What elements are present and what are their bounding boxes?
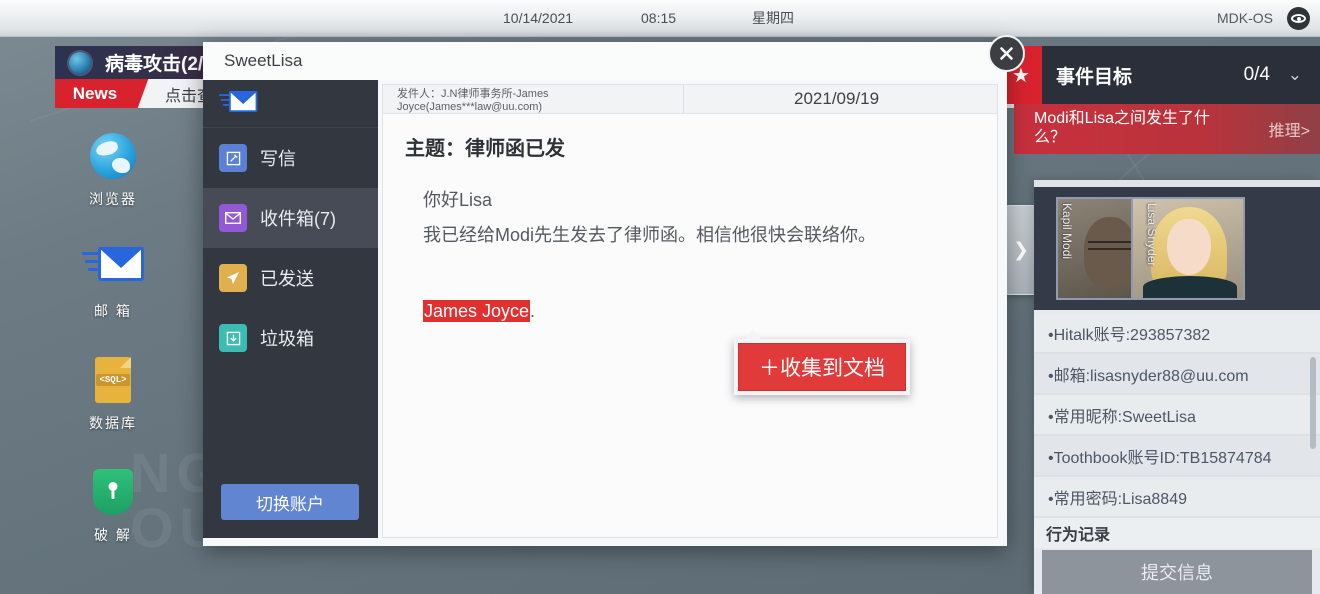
quest-objective-row[interactable]: Modi和Lisa之间发生了什么？ 推理> bbox=[1014, 104, 1320, 154]
topbar-weekday: 星期四 bbox=[752, 8, 794, 28]
desktop-icon-label: 数据库 bbox=[68, 413, 158, 433]
character-name: Lisa Snyder bbox=[1145, 203, 1159, 266]
sent-icon bbox=[219, 264, 247, 292]
selected-text[interactable]: James Joyce bbox=[423, 300, 530, 322]
profile-info-list: •Hitalk账号:293857382 •邮箱:lisasnyder88@uu.… bbox=[1034, 310, 1320, 518]
mail-body-line: 我已经给Modi先生发去了律师函。相信他很快会联络你。 bbox=[423, 218, 997, 253]
collect-to-document-button[interactable]: ＋收集到文档 bbox=[738, 343, 906, 391]
sidebar-item-label: 收件箱(7) bbox=[260, 205, 336, 231]
panel-collapse-tab[interactable]: ❯ bbox=[1005, 205, 1037, 295]
collect-to-document-popup[interactable]: ＋收集到文档 bbox=[734, 339, 910, 395]
mail-sidebar: 写信 收件箱(7) 已发送 bbox=[203, 80, 378, 538]
chevron-down-icon[interactable]: ⌄ bbox=[1288, 65, 1302, 85]
deduce-link[interactable]: 推理> bbox=[1269, 117, 1310, 141]
sidebar-item-trash[interactable]: 垃圾箱 bbox=[203, 308, 378, 368]
sidebar-item-label: 写信 bbox=[260, 145, 296, 171]
mail-logo-icon bbox=[203, 80, 378, 128]
list-item[interactable]: •常用密码:Lisa8849 bbox=[1034, 477, 1320, 518]
desktop-icon-database[interactable]: <SQL> 数据库 bbox=[68, 354, 158, 433]
sql-file-icon: <SQL> bbox=[68, 354, 158, 406]
submit-info-button[interactable]: 提交信息 bbox=[1042, 550, 1312, 594]
list-item[interactable]: •Hitalk账号:293857382 bbox=[1034, 313, 1320, 354]
topbar-os-name: MDK-OS bbox=[1217, 10, 1273, 26]
character-card-lisa[interactable]: Lisa Snyder bbox=[1131, 197, 1245, 300]
mail-sender-label: 发件人： bbox=[397, 88, 441, 100]
mail-window-title: SweetLisa bbox=[203, 42, 1007, 80]
mail-reading-pane: 发件人：J.N律师事务所-James Joyce(James***law@uu.… bbox=[382, 84, 998, 538]
mail-window: SweetLisa 写信 bbox=[203, 42, 1007, 546]
eye-shape bbox=[1291, 14, 1306, 23]
character-name: Kapil Modi bbox=[1060, 203, 1074, 259]
behavior-record-header: 行为记录 bbox=[1034, 518, 1320, 548]
topbar-time: 08:15 bbox=[641, 10, 676, 26]
sidebar-item-compose[interactable]: 写信 bbox=[203, 128, 378, 188]
popup-tail bbox=[744, 329, 762, 340]
chevron-right-icon: ❯ bbox=[1013, 239, 1029, 262]
news-headline-text: 病毒攻击(2/1 bbox=[105, 49, 214, 76]
sidebar-item-label: 已发送 bbox=[260, 265, 314, 291]
desktop-root: NGE OUT 10/14/2021 08:15 星期四 MDK-OS 病毒攻击… bbox=[0, 0, 1320, 594]
list-item[interactable]: •常用昵称:SweetLisa bbox=[1034, 395, 1320, 436]
desktop-icon-mail[interactable]: 邮 箱 bbox=[68, 242, 158, 321]
switch-account-button[interactable]: 切换账户 bbox=[221, 484, 359, 520]
quest-header: ★ 事件目标 0/4 ⌄ bbox=[1014, 46, 1320, 104]
mail-sender: 发件人：J.N律师事务所-James Joyce(James***law@uu.… bbox=[383, 85, 683, 113]
mail-body-line: 你好Lisa bbox=[423, 183, 997, 218]
shield-key-icon bbox=[68, 466, 158, 518]
desktop-icon-browser[interactable]: 浏览器 bbox=[68, 130, 158, 209]
inbox-icon bbox=[219, 204, 247, 232]
sidebar-item-inbox[interactable]: 收件箱(7) bbox=[203, 188, 378, 248]
mail-icon bbox=[68, 242, 158, 294]
close-icon[interactable] bbox=[988, 35, 1025, 72]
news-globe-icon bbox=[69, 52, 91, 74]
eye-pupil bbox=[1297, 17, 1301, 21]
compose-icon bbox=[219, 144, 247, 172]
desktop-icon-crack[interactable]: 破 解 bbox=[68, 466, 158, 545]
list-item[interactable]: •邮箱:lisasnyder88@uu.com bbox=[1034, 354, 1320, 395]
desktop-icon-list: 浏览器 邮 箱 <SQL> 数据库 破 解 bbox=[68, 130, 158, 578]
eye-logo-icon bbox=[1287, 7, 1310, 30]
list-item[interactable]: •Toothbook账号ID:TB15874784 bbox=[1034, 436, 1320, 477]
globe-icon bbox=[68, 130, 158, 182]
mail-body: 你好Lisa 我已经给Modi先生发去了律师函。相信他很快会联络你。 bbox=[423, 183, 997, 253]
sidebar-item-label: 垃圾箱 bbox=[260, 325, 314, 351]
system-topbar: 10/14/2021 08:15 星期四 MDK-OS bbox=[0, 0, 1320, 37]
quest-objective-text: Modi和Lisa之间发生了什么？ bbox=[1034, 110, 1229, 148]
mail-window-body: 写信 收件箱(7) 已发送 bbox=[203, 80, 1007, 546]
topbar-date: 10/14/2021 bbox=[503, 10, 573, 26]
quest-count: 0/4 bbox=[1244, 64, 1270, 86]
quest-title: 事件目标 bbox=[1056, 62, 1132, 89]
mail-signature: James Joyce. bbox=[423, 301, 997, 322]
profile-scrollbar[interactable] bbox=[1310, 357, 1316, 449]
mail-date: 2021/09/19 bbox=[683, 85, 879, 114]
desktop-icon-label: 浏览器 bbox=[68, 189, 158, 209]
desktop-icon-label: 邮 箱 bbox=[68, 301, 158, 321]
profile-panel: Kapil Modi Lisa Snyder •Hitalk账号:2938573… bbox=[1034, 180, 1320, 594]
mail-meta-row: 发件人：J.N律师事务所-James Joyce(James***law@uu.… bbox=[383, 85, 997, 114]
desktop-icon-label: 破 解 bbox=[68, 525, 158, 545]
character-portrait-row: Kapil Modi Lisa Snyder bbox=[1034, 187, 1320, 310]
trash-icon bbox=[219, 324, 247, 352]
sidebar-item-sent[interactable]: 已发送 bbox=[203, 248, 378, 308]
signature-tail: . bbox=[530, 301, 535, 321]
mail-subject: 主题：律师函已发 bbox=[405, 132, 997, 161]
